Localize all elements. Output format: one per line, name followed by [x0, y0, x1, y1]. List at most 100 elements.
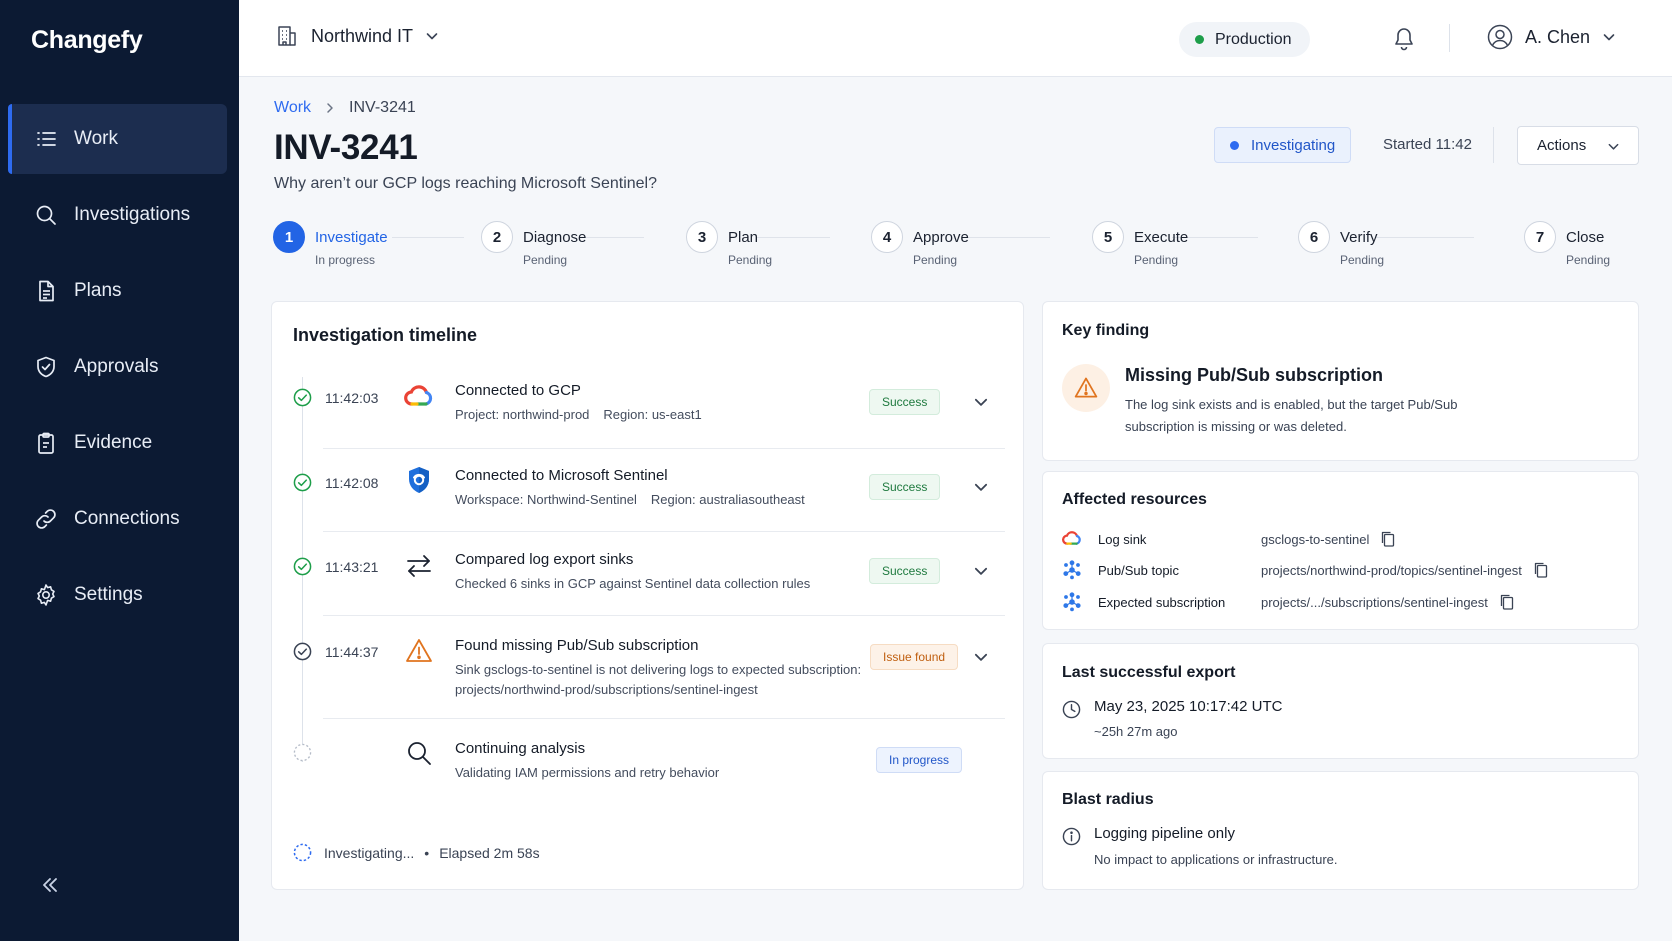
copy-icon[interactable]: [1500, 594, 1514, 610]
bullet-separator: •: [424, 844, 430, 861]
status-badge: Success: [869, 474, 941, 500]
step-number: 3: [686, 221, 718, 253]
sidebar-item-label: Work: [74, 128, 118, 149]
sidebar-item-investigations[interactable]: Investigations: [8, 180, 227, 250]
page-title: INV-3241: [274, 128, 418, 167]
event-detail: Sink gsclogs-to-sentinel is not deliveri…: [455, 662, 862, 697]
step-execute[interactable]: 5 Execute Pending: [1092, 221, 1188, 267]
investigation-timeline-card: Investigation timeline 11:42:03 Connecte…: [271, 301, 1024, 890]
gcp-cloud-icon: [1062, 531, 1081, 545]
event-time: 11:42:08: [325, 475, 379, 491]
step-connector: [1376, 237, 1474, 238]
sidebar-item-evidence[interactable]: Evidence: [8, 408, 227, 478]
event-details: Workspace: Northwind-Sentinel Region: aus…: [455, 490, 875, 510]
copy-icon[interactable]: [1534, 562, 1548, 578]
step-number: 1: [273, 221, 305, 253]
workflow-stepper: 1 Investigate In progress 2 Diagnose Pendi…: [272, 221, 1650, 271]
sidebar-item-label: Settings: [74, 584, 143, 605]
chevron-down-icon: [426, 33, 438, 40]
search-icon: [408, 742, 431, 765]
bell-icon[interactable]: [1392, 26, 1416, 52]
spinner-icon: [293, 843, 312, 862]
step-diagnose[interactable]: 2 Diagnose Pending: [481, 221, 586, 267]
sidebar-item-label: Investigations: [74, 204, 191, 225]
sidebar: Changefy Work Investigations Plans Appro…: [0, 0, 239, 941]
step-investigate[interactable]: 1 Investigate In progress: [273, 221, 388, 267]
step-label: Diagnose: [523, 229, 587, 246]
warning-icon: [1074, 377, 1098, 398]
step-label: Plan: [728, 229, 759, 246]
resource-type: Expected subscription: [1098, 594, 1226, 610]
event-time: 11:44:37: [325, 644, 379, 660]
chevron-down-icon[interactable]: [973, 394, 989, 410]
card-title: Investigation timeline: [293, 325, 478, 345]
step-close[interactable]: 7 Close Pending: [1524, 221, 1610, 267]
sidebar-item-plans[interactable]: Plans: [8, 256, 227, 326]
step-plan[interactable]: 3 Plan Pending: [686, 221, 772, 267]
sidebar-item-label: Plans: [74, 280, 122, 301]
blast-radius-description: No impact to applications or infrastruct…: [1094, 852, 1338, 867]
chevron-down-icon[interactable]: [973, 649, 989, 665]
event-detail: Region: us-east1: [603, 407, 702, 422]
chevron-down-icon[interactable]: [973, 563, 989, 579]
sidebar-item-approvals[interactable]: Approvals: [8, 332, 227, 402]
status-badge: Investigating: [1214, 127, 1352, 163]
step-status: In progress: [315, 253, 376, 267]
chevron-right-icon: [327, 103, 333, 113]
event-details: Project: northwind-prod Region: us-east1: [455, 405, 875, 425]
clipboard-icon: [38, 432, 54, 454]
step-status: Pending: [1340, 253, 1385, 267]
copy-icon[interactable]: [1381, 531, 1395, 547]
check-circle-icon: [293, 557, 312, 576]
app-logo[interactable]: Changefy: [31, 26, 143, 55]
pubsub-icon: [1063, 592, 1081, 612]
finding-description: The log sink exists and is enabled, but …: [1125, 397, 1458, 434]
event-title: Continuing analysis: [455, 740, 586, 757]
sidebar-item-connections[interactable]: Connections: [8, 484, 227, 554]
resource-row: Expected subscription projects/.../subsc…: [1062, 591, 1514, 613]
event-detail: Workspace: Northwind-Sentinel: [455, 492, 637, 507]
sidebar-item-work[interactable]: Work: [8, 104, 227, 174]
info-icon: [1062, 827, 1081, 846]
event-title: Connected to GCP: [455, 382, 581, 399]
top-bar: Northwind IT Production A. Chen: [239, 0, 1672, 77]
pending-circle-icon: [293, 743, 312, 762]
card-title: Blast radius: [1062, 791, 1154, 808]
actions-button[interactable]: Actions: [1517, 126, 1639, 165]
user-name: A. Chen: [1525, 26, 1591, 47]
chevron-down-icon: [1608, 143, 1619, 150]
timeline-footer: Investigating... • Elapsed 2m 58s: [293, 843, 540, 862]
event-detail: Validating IAM permissions and retry beh…: [455, 765, 720, 780]
environment-badge[interactable]: Production: [1179, 22, 1310, 57]
key-finding-card: Key finding Missing Pub/Sub subscription…: [1042, 301, 1639, 461]
started-time: Started 11:42: [1383, 136, 1472, 153]
step-number: 5: [1092, 221, 1124, 253]
warning-icon: [406, 639, 432, 662]
divider: [1449, 24, 1450, 52]
link-icon: [36, 509, 56, 529]
step-label: Approve: [913, 229, 969, 246]
breadcrumb-link-work[interactable]: Work: [274, 99, 311, 117]
divider: [323, 531, 1005, 532]
step-status: Pending: [523, 253, 568, 267]
last-export-card: Last successful export May 23, 2025 10:1…: [1042, 643, 1639, 759]
step-label: Execute: [1134, 229, 1189, 246]
breadcrumb: Work INV-3241: [274, 99, 416, 117]
event-title: Compared log export sinks: [455, 551, 634, 568]
resource-type: Log sink: [1098, 531, 1147, 547]
sidebar-item-settings[interactable]: Settings: [8, 560, 227, 630]
breadcrumb-current: INV-3241: [349, 99, 416, 116]
org-switcher[interactable]: Northwind IT: [275, 24, 451, 48]
user-menu[interactable]: A. Chen: [1487, 24, 1616, 50]
step-verify[interactable]: 6 Verify Pending: [1298, 221, 1384, 267]
double-chevron-left-icon[interactable]: [38, 873, 62, 897]
finding-title: Missing Pub/Sub subscription: [1125, 365, 1384, 385]
building-icon: [278, 26, 296, 46]
step-approve[interactable]: 4 Approve Pending: [871, 221, 969, 267]
step-number: 2: [481, 221, 513, 253]
chevron-down-icon[interactable]: [973, 479, 989, 495]
step-number: 4: [871, 221, 903, 253]
page-subtitle: Why aren’t our GCP logs reaching Microso…: [274, 175, 657, 192]
divider: [323, 448, 1005, 449]
compare-arrows-icon: [407, 555, 431, 577]
